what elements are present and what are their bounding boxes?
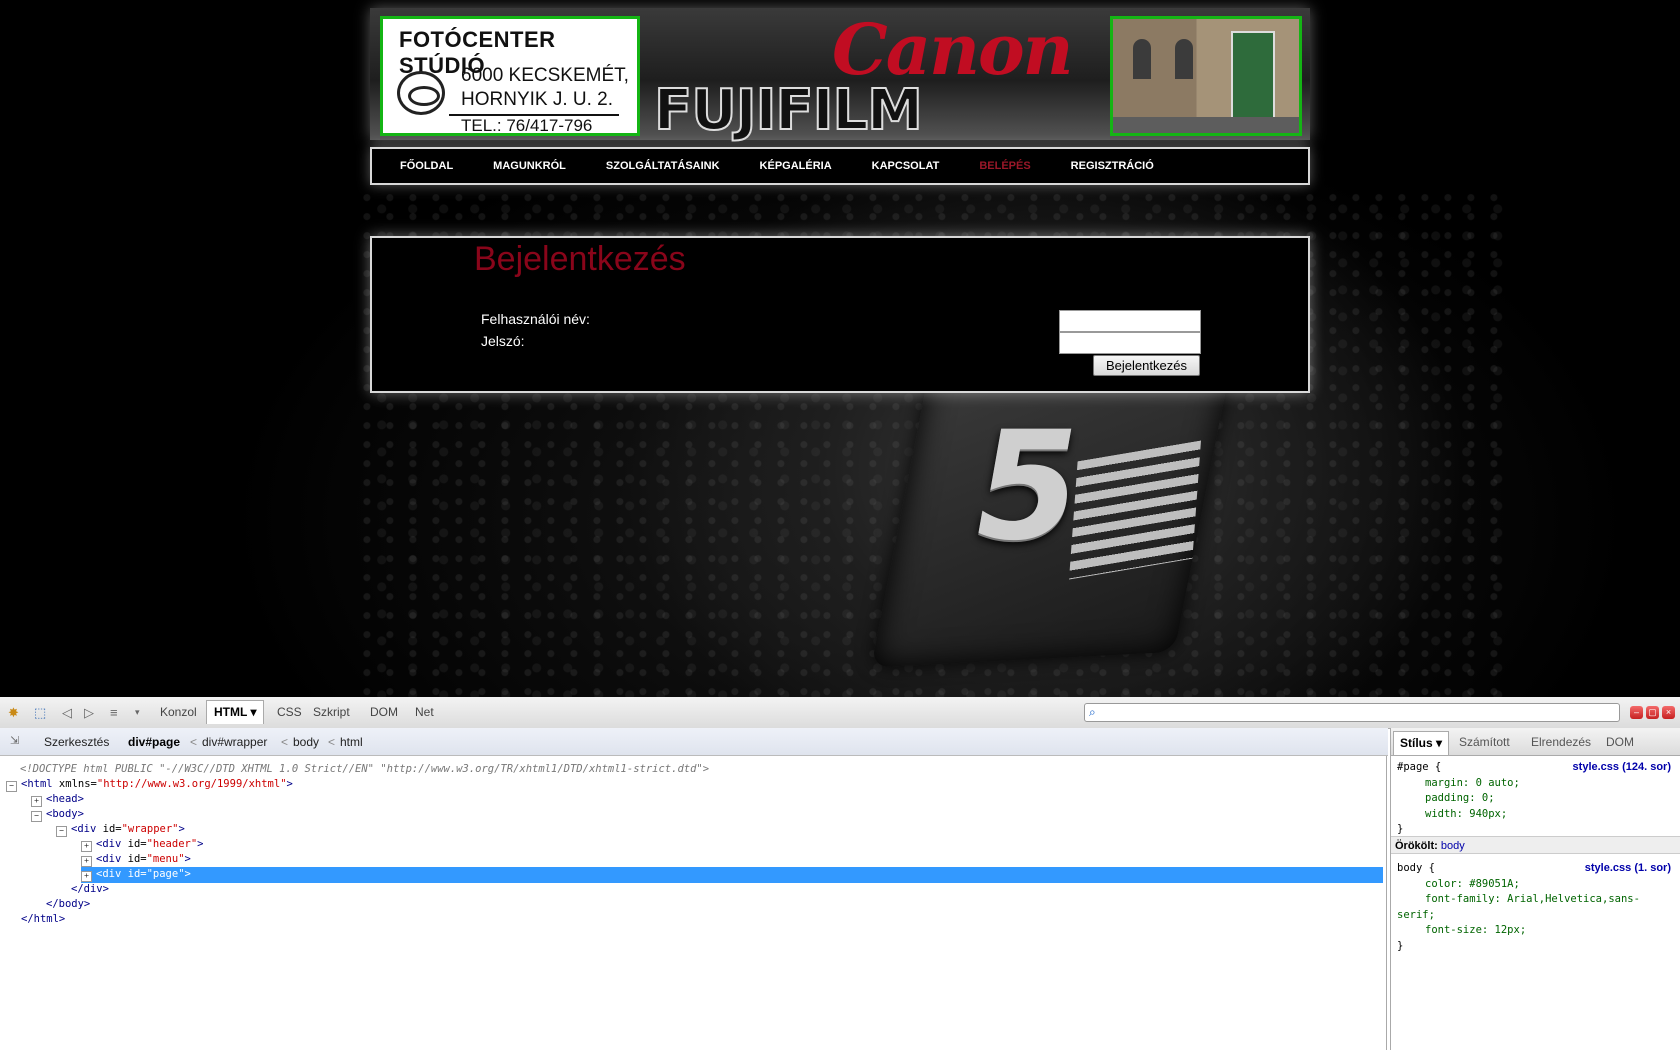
breadcrumb-item[interactable]: div#wrapper xyxy=(202,735,267,749)
tab-computed[interactable]: Számított xyxy=(1459,735,1510,749)
code-line-body-close[interactable]: </body> xyxy=(46,897,1430,913)
collapse-toggle-icon[interactable]: − xyxy=(56,826,67,837)
css-property[interactable]: color: #89051A; xyxy=(1397,877,1675,893)
css-property[interactable]: padding: 0; xyxy=(1397,791,1675,807)
studio-logo[interactable]: FOTÓCENTER STÚDIÓ 6000 KECSKEMÉT, HORNYI… xyxy=(380,16,640,136)
login-button[interactable]: Bejelentkezés xyxy=(1093,355,1200,376)
code-line-header[interactable]: + <div id="header"> xyxy=(81,837,1465,853)
tab-net[interactable]: Net xyxy=(415,705,434,719)
tab-html[interactable]: HTML ▾ xyxy=(206,700,265,724)
code-line-page-selected[interactable]: + <div id="page"> xyxy=(81,867,1383,883)
forward-arrow-icon[interactable]: ▷ xyxy=(84,705,94,721)
tab-style[interactable]: Stílus ▾ xyxy=(1393,731,1450,755)
breadcrumb-separator: < xyxy=(281,735,289,749)
photo-shop-door xyxy=(1231,31,1275,127)
css-property[interactable]: margin: 0 auto; xyxy=(1397,776,1675,792)
expand-toggle-icon[interactable]: + xyxy=(81,841,92,852)
detach-icon[interactable]: ▢ xyxy=(1646,706,1659,719)
collapse-toggle-icon[interactable]: − xyxy=(31,811,42,822)
photo-window-left xyxy=(1133,39,1151,79)
tab-dom[interactable]: DOM xyxy=(370,705,398,719)
inherited-header: Örökölt: body xyxy=(1391,836,1680,854)
tab-console[interactable]: Konzol xyxy=(160,705,197,719)
username-input[interactable] xyxy=(1059,310,1201,332)
code-line-body[interactable]: − <body> xyxy=(31,807,1415,823)
password-label: Jelszó: xyxy=(481,333,525,349)
search-icon: ⌕ xyxy=(1089,705,1096,719)
logo-phone: TEL.: 76/417-796 xyxy=(461,116,593,135)
logo-address-street: HORNYIK J. U. 2. xyxy=(461,89,614,110)
tab-script[interactable]: Szkript xyxy=(313,705,350,719)
nav-gallery[interactable]: KÉPGALÉRIA xyxy=(760,160,832,172)
inspect-element-icon[interactable]: ⬚ xyxy=(34,705,46,721)
code-line-html-close[interactable]: </html> xyxy=(21,912,1405,928)
breadcrumb-item[interactable]: body xyxy=(293,735,319,749)
password-input[interactable] xyxy=(1059,332,1201,354)
username-label: Felhasználói név: xyxy=(481,311,590,327)
breadcrumb: ⇲ Szerkesztés div#page < div#wrapper < b… xyxy=(0,728,1388,756)
tab-side-dom[interactable]: DOM xyxy=(1606,735,1634,749)
expand-toggle-icon[interactable]: + xyxy=(81,871,92,882)
css-rule-body: body { style.css (1. sor) color: #89051A… xyxy=(1397,861,1675,954)
css-property[interactable]: width: 940px; xyxy=(1397,807,1675,823)
nav-about[interactable]: MAGUNKRÓL xyxy=(493,160,566,172)
expand-toggle-icon[interactable]: + xyxy=(31,796,42,807)
css-property[interactable]: font-size: 12px; xyxy=(1397,923,1675,939)
close-icon[interactable]: × xyxy=(1662,706,1675,719)
code-line-head[interactable]: + <head> xyxy=(31,792,1415,808)
css-source-link[interactable]: style.css (1. sor) xyxy=(1585,861,1671,877)
logo-address-city: 6000 KECSKEMÉT, xyxy=(461,65,629,86)
dropdown-arrow-icon[interactable]: ▾ xyxy=(135,707,140,718)
code-line-wrapper[interactable]: − <div id="wrapper"> xyxy=(56,822,1440,838)
nav-register[interactable]: REGISZTRÁCIÓ xyxy=(1071,160,1154,172)
breadcrumb-separator: < xyxy=(190,735,198,749)
list-menu-icon[interactable]: ≡ xyxy=(110,705,118,720)
inherited-label: Örökölt: xyxy=(1395,840,1438,852)
css-source-link[interactable]: style.css (124. sor) xyxy=(1573,760,1671,776)
firebug-bug-icon[interactable]: ✸ xyxy=(8,705,19,721)
expand-toggle-icon[interactable]: + xyxy=(81,856,92,867)
back-arrow-icon[interactable]: ◁ xyxy=(62,705,72,721)
minimize-icon[interactable]: – xyxy=(1630,706,1643,719)
firebug-search-input[interactable]: ⌕ xyxy=(1084,703,1620,722)
firebug-panel: ✸ ⬚ ◁ ▷ ≡ ▾ Konzol HTML ▾ CSS Szkript DO… xyxy=(0,697,1680,1050)
page-title: Bejelentkezés xyxy=(474,240,686,278)
nav-home[interactable]: FŐOLDAL xyxy=(400,160,453,172)
html-source-tree: <!DOCTYPE html PUBLIC "-//W3C//DTD XHTML… xyxy=(0,756,1387,1050)
breadcrumb-item[interactable]: html xyxy=(340,735,363,749)
main-navigation: FŐOLDAL MAGUNKRÓL SZOLGÁLTATÁSAINK KÉPGA… xyxy=(370,147,1310,185)
css-property-continuation: serif; xyxy=(1397,908,1435,921)
code-line-menu[interactable]: + <div id="menu"> xyxy=(81,852,1465,868)
tab-layout[interactable]: Elrendezés xyxy=(1531,735,1591,749)
firebug-toolbar: ✸ ⬚ ◁ ▷ ≡ ▾ Konzol HTML ▾ CSS Szkript DO… xyxy=(0,697,1680,729)
photo-street xyxy=(1113,117,1299,133)
css-property[interactable]: font-family: Arial,Helvetica,sans- xyxy=(1397,892,1675,908)
photo-window-middle xyxy=(1175,39,1193,79)
code-line-wrapper-close[interactable]: </div> xyxy=(71,882,1455,898)
edit-button[interactable]: Szerkesztés xyxy=(44,735,109,749)
breadcrumb-item[interactable]: div#page xyxy=(128,735,180,749)
website-viewport: 5 FOTÓCENTER STÚDIÓ 6000 KECSKEMÉT, HORN… xyxy=(0,0,1680,697)
nav-services[interactable]: SZOLGÁLTATÁSAINK xyxy=(606,160,720,172)
side-panel-tabs: Stílus ▾ Számított Elrendezés DOM xyxy=(1391,728,1680,756)
inherited-from-link[interactable]: body xyxy=(1441,840,1465,852)
collapse-toggle-icon[interactable]: − xyxy=(6,781,17,792)
style-side-panel: Stílus ▾ Számított Elrendezés DOM #page … xyxy=(1390,728,1680,1050)
tab-css[interactable]: CSS xyxy=(277,705,302,719)
expand-collapse-icon[interactable]: ⇲ xyxy=(10,734,19,747)
shop-photo xyxy=(1110,16,1302,136)
eye-logo-icon xyxy=(397,71,445,115)
code-line-html[interactable]: − <html xmlns="http://www.w3.org/1999/xht… xyxy=(6,777,1390,793)
nav-login[interactable]: BELÉPÉS xyxy=(979,160,1030,172)
fujifilm-brand-logo: FUJIFILM xyxy=(653,77,924,144)
site-header: FOTÓCENTER STÚDIÓ 6000 KECSKEMÉT, HORNYI… xyxy=(370,8,1310,144)
nav-contact[interactable]: KAPCSOLAT xyxy=(872,160,940,172)
css-rule-close: } xyxy=(1397,939,1404,952)
doctype-line: <!DOCTYPE html PUBLIC "-//W3C//DTD XHTML… xyxy=(20,763,710,775)
login-panel: Bejelentkezés Felhasználói név: Jelszó: … xyxy=(370,236,1310,393)
css-rule-page: #page { style.css (124. sor) margin: 0 a… xyxy=(1397,760,1675,838)
breadcrumb-separator: < xyxy=(328,735,336,749)
camera-stripes-decoration xyxy=(1069,440,1201,580)
